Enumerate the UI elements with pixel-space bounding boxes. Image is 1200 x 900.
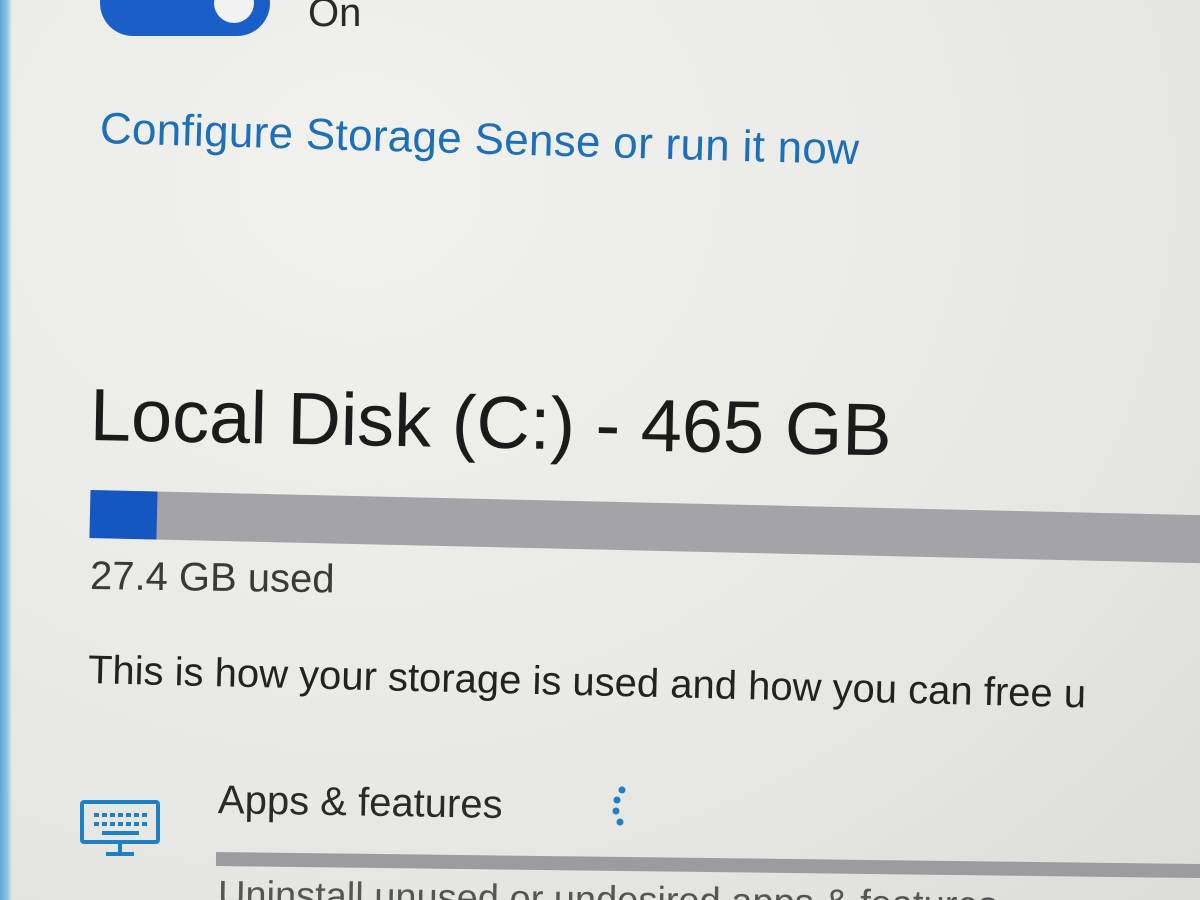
- storage-description: This is how your storage is used and how…: [87, 648, 1087, 717]
- disk-usage-bar: [89, 490, 1200, 564]
- configure-storage-sense-link[interactable]: Configure Storage Sense or run it now: [99, 104, 860, 175]
- category-apps-features[interactable]: Apps & features Uninstall unused or unde…: [80, 770, 1200, 900]
- storage-settings-page: On Configure Storage Sense or run it now…: [0, 0, 1200, 900]
- loading-spinner-icon: [612, 786, 626, 826]
- window-left-edge: [0, 0, 12, 900]
- storage-sense-toggle[interactable]: [100, 0, 270, 36]
- disk-usage-fill: [89, 490, 158, 540]
- toggle-state-label: On: [308, 0, 362, 35]
- keyboard-monitor-icon: [80, 800, 160, 856]
- disk-title: Local Disk (C:) - 465 GB: [89, 373, 893, 472]
- category-usage-bar: [215, 852, 1200, 879]
- storage-sense-toggle-row: On: [100, 0, 361, 36]
- category-subtitle: Uninstall unused or undesired apps & fea…: [218, 874, 998, 900]
- toggle-knob: [214, 0, 254, 23]
- category-label: Apps & features: [217, 778, 503, 827]
- disk-used-label: 27.4 GB used: [89, 554, 335, 602]
